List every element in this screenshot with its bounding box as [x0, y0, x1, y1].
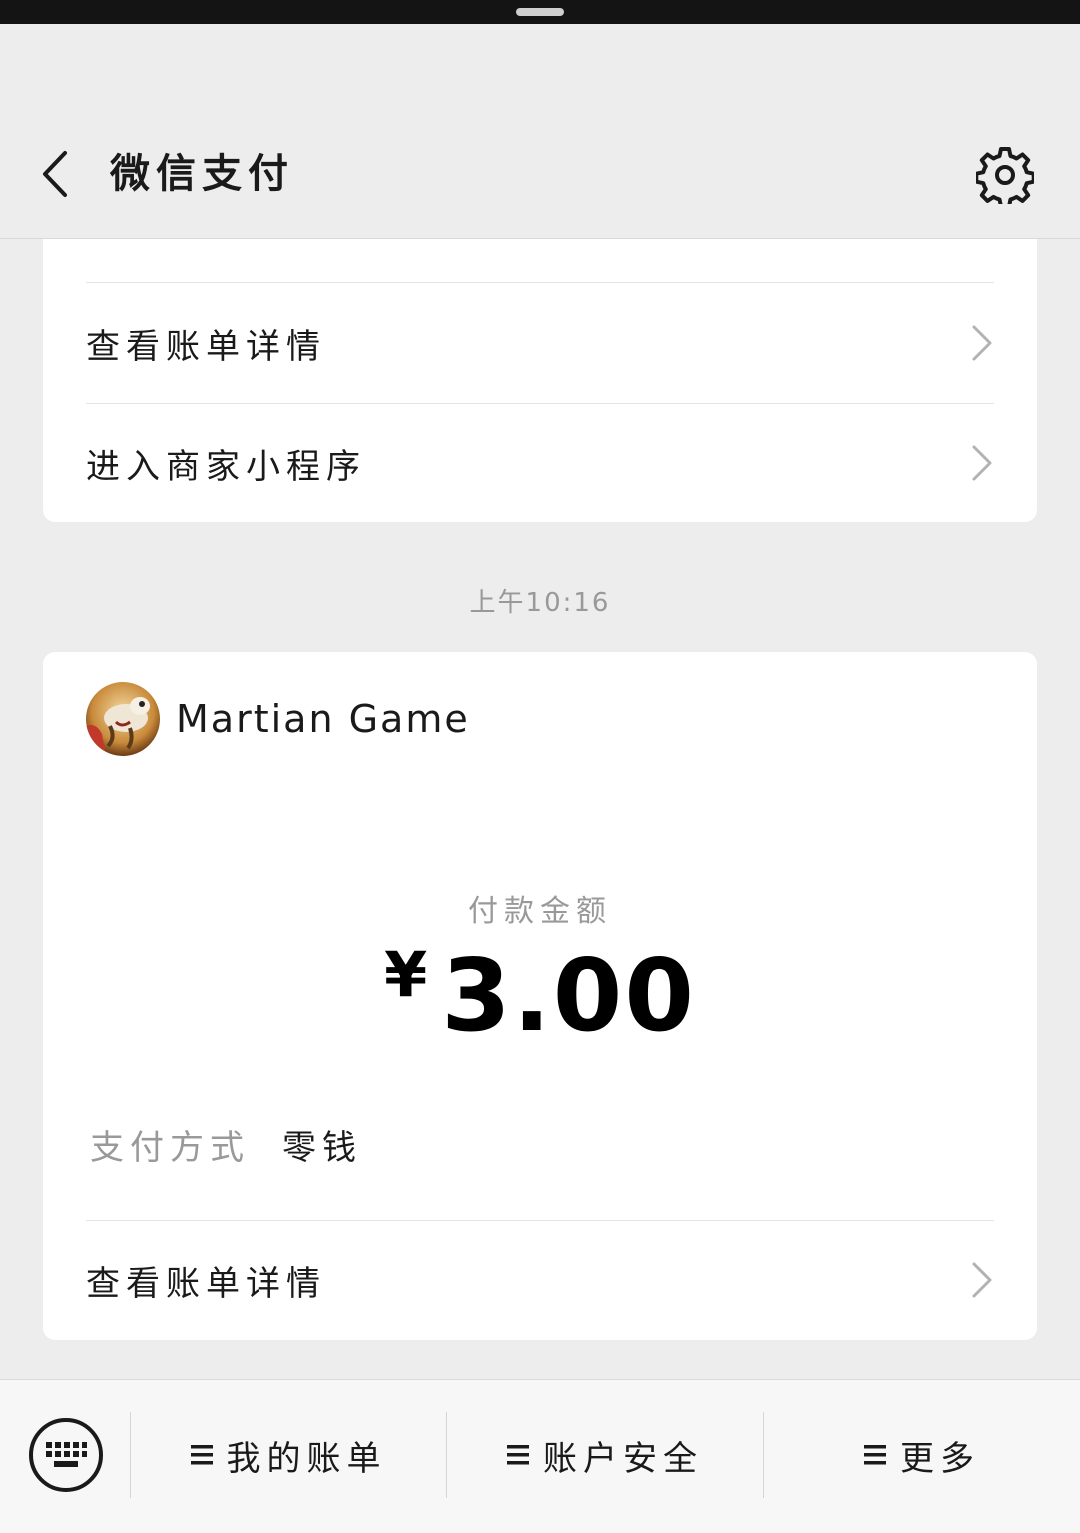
back-arrow-icon	[43, 151, 67, 197]
message-timestamp: 上午10:16	[469, 588, 611, 618]
navigation-bar: 微信支付	[0, 24, 1080, 239]
menu-my-bills[interactable]: 我的账单	[131, 1412, 446, 1498]
row-label: 查看账单详情	[86, 326, 326, 367]
payment-method: 支付方式 零钱	[90, 1120, 362, 1169]
chevron-right-icon	[972, 325, 992, 361]
settings-button[interactable]	[972, 144, 1038, 206]
status-bar	[0, 0, 1080, 24]
page-title: 微信支付	[110, 151, 294, 197]
keyboard-toggle-button[interactable]	[29, 1418, 103, 1492]
back-button[interactable]	[30, 146, 80, 202]
chevron-right-icon	[972, 1262, 992, 1298]
row-label: 查看账单详情	[86, 1263, 326, 1304]
payment-amount: ¥3.00	[43, 920, 1037, 1080]
chevron-right-icon	[972, 445, 992, 481]
view-bill-details-row[interactable]: 查看账单详情	[86, 283, 994, 403]
currency-symbol: ¥	[384, 938, 428, 1011]
payment-card: Martian Game 付款金额 ¥3.00 支付方式 零钱 查看账单详情	[43, 652, 1037, 1340]
row-label: 进入商家小程序	[86, 446, 366, 487]
merchant-avatar[interactable]	[86, 682, 160, 756]
previous-payment-card: 查看账单详情 进入商家小程序	[43, 239, 1037, 522]
amount-value: 3.00	[441, 937, 696, 1054]
menu-list-icon	[190, 1445, 213, 1465]
avatar-image	[86, 682, 160, 756]
drag-handle[interactable]	[516, 8, 564, 16]
payment-method-value: 零钱	[282, 1128, 362, 1168]
enter-mini-program-row[interactable]: 进入商家小程序	[86, 403, 994, 523]
keyboard-icon	[46, 1442, 87, 1467]
merchant-name: Martian Game	[176, 697, 470, 741]
menu-list-icon	[507, 1445, 529, 1465]
menu-account-security[interactable]: 账户安全	[447, 1412, 763, 1498]
view-bill-details-row[interactable]: 查看账单详情	[86, 1220, 994, 1340]
menu-list-icon	[864, 1445, 886, 1465]
menu-label: 账户安全	[543, 1438, 703, 1479]
menu-label: 我的账单	[226, 1438, 387, 1479]
menu-label: 更多	[900, 1438, 980, 1479]
bottom-menu-bar: 我的账单 账户安全 更多	[0, 1379, 1080, 1533]
payment-method-key: 支付方式	[90, 1128, 250, 1168]
gear-icon	[976, 147, 1034, 204]
menu-more[interactable]: 更多	[764, 1412, 1080, 1498]
